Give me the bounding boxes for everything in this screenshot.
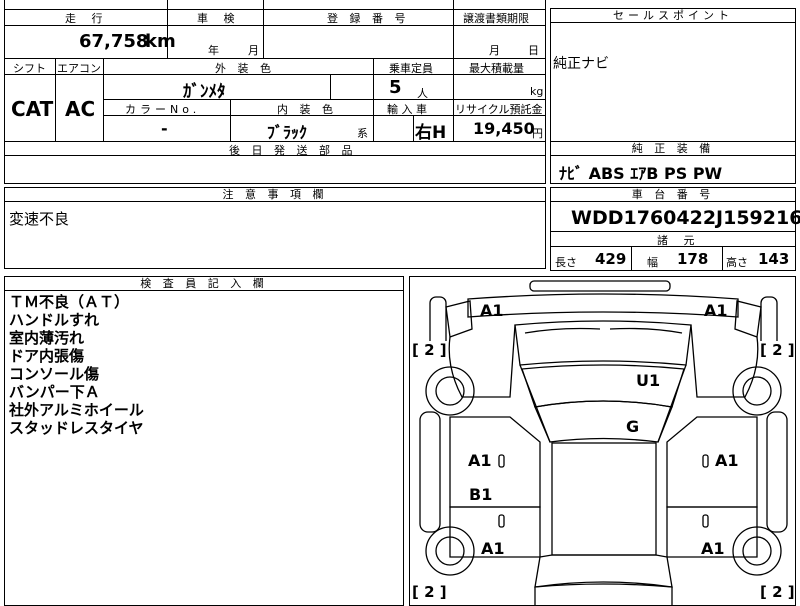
mark-front-left: A1 xyxy=(480,301,504,320)
shift-value: CAT xyxy=(11,97,54,121)
recycle-unit: 円 xyxy=(532,127,543,140)
mark-door-left-front: A1 xyxy=(468,451,492,470)
sales-point-panel: セールスポイント 純正ナビ xyxy=(550,8,796,142)
mileage-header: 走 行 xyxy=(65,12,109,25)
sales-point-text: 純正ナビ xyxy=(553,56,609,72)
mark-tire-right-front: [ 2 ] xyxy=(760,341,795,359)
mark-tire-left-front: [ 2 ] xyxy=(412,341,447,359)
interior-value: ﾌﾞﾗｯｸ xyxy=(267,123,308,142)
ac-header: エアコン xyxy=(57,62,101,75)
import-value: 右H xyxy=(415,123,447,143)
length-value: 429 xyxy=(595,250,627,268)
mark-tire-right-rear: [ 2 ] xyxy=(760,583,795,601)
inspector-line: コンソール傷 xyxy=(9,365,100,383)
recycle-header: リサイクル預託金 xyxy=(455,103,543,116)
inspector-line: ドア内張傷 xyxy=(9,347,85,365)
color-no-header: カラーNo. xyxy=(125,103,201,116)
mark-windshield: G xyxy=(626,417,640,436)
shift-header: シフト xyxy=(13,62,46,75)
inspector-line: 社外アルミホイール xyxy=(9,401,144,419)
inspector-lines: ＴＭ不良（ＡＴ） ハンドルすれ 室内薄汚れ ドア内張傷 コンソール傷 バンパー下… xyxy=(9,293,144,437)
height-label: 高さ xyxy=(726,256,748,269)
color-no-value: - xyxy=(161,119,168,138)
mark-fender-left-rear: A1 xyxy=(481,539,505,558)
car-outline xyxy=(419,280,788,605)
max-load-unit: kg xyxy=(530,85,544,98)
interior-header: 内 装 色 xyxy=(277,103,337,116)
exterior-color-header: 外 装 色 xyxy=(215,62,275,75)
equipment-header: 純 正 装 備 xyxy=(551,142,795,156)
mileage-value: 67,758 xyxy=(79,31,149,52)
inspector-panel: 検 査 員 記 入 欄 ＴＭ不良（ＡＴ） ハンドルすれ 室内薄汚れ ドア内張傷 … xyxy=(4,276,404,606)
interior-suffix: 系 xyxy=(357,127,368,140)
inspection-month: 月 xyxy=(248,44,259,57)
inspector-line: スタッドレスタイヤ xyxy=(9,419,144,437)
notes-text: 変速不良 xyxy=(9,210,70,228)
chassis-panel: 車 台 番 号 WDD1760422J159216 諸 元 長さ 429 幅 1… xyxy=(550,187,800,271)
registration-header: 登 録 番 号 xyxy=(327,12,410,25)
mark-door-right-front: A1 xyxy=(715,451,739,470)
capacity-unit: 人 xyxy=(417,87,428,100)
import-header: 輸 入 車 xyxy=(387,103,427,116)
car-diagram: A1 A1 [ 2 ] [ 2 ] U1 G A1 A1 B1 A1 A1 [ … xyxy=(409,276,796,606)
capacity-header: 乗車定員 xyxy=(389,62,433,75)
chassis-header: 車 台 番 号 xyxy=(551,188,795,202)
transfer-day: 日 xyxy=(528,44,539,57)
notes-header: 注 意 事 項 欄 xyxy=(5,188,545,202)
vehicle-info-table: 走 行 車 検 登 録 番 号 譲渡書類期限 67,758 km 年 月 月 日… xyxy=(4,0,546,184)
exterior-color-value: ｶﾞﾝﾒﾀ xyxy=(183,82,226,102)
width-value: 178 xyxy=(677,250,709,268)
length-label: 長さ xyxy=(555,256,577,269)
transfer-month: 月 xyxy=(489,44,500,57)
chassis-value: WDD1760422J159216 xyxy=(571,207,800,229)
mark-fender-right-rear: A1 xyxy=(701,539,725,558)
equipment-panel: 純 正 装 備 ﾅﾋﾞ ABS ｴｱB PS PW xyxy=(550,141,796,184)
equipment-text: ﾅﾋﾞ ABS ｴｱB PS PW xyxy=(559,164,723,183)
mark-tire-left-rear: [ 2 ] xyxy=(412,583,447,601)
transfer-header: 譲渡書類期限 xyxy=(463,12,529,25)
later-parts-header: 後 日 発 送 部 品 xyxy=(229,144,357,157)
mileage-unit: km xyxy=(145,31,176,52)
recycle-value: 19,450 xyxy=(473,119,535,138)
inspector-line: バンパー下Ａ xyxy=(9,383,100,401)
mark-door-left-rear: B1 xyxy=(469,485,493,504)
ac-value: AC xyxy=(65,97,96,121)
mark-roof: U1 xyxy=(636,371,661,390)
inspection-year: 年 xyxy=(208,44,219,57)
inspector-line: 室内薄汚れ xyxy=(9,329,85,347)
sales-point-header: セールスポイント xyxy=(551,9,795,23)
mark-front-right: A1 xyxy=(704,301,728,320)
inspector-line: ＴＭ不良（ＡＴ） xyxy=(9,293,130,311)
height-value: 143 xyxy=(758,250,790,268)
capacity-value: 5 xyxy=(389,77,402,98)
inspection-header: 車 検 xyxy=(197,12,241,25)
inspector-header: 検 査 員 記 入 欄 xyxy=(5,277,403,291)
notes-panel: 注 意 事 項 欄 変速不良 xyxy=(4,187,546,269)
max-load-header: 最大積載量 xyxy=(469,62,524,75)
inspector-line: ハンドルすれ xyxy=(9,311,100,329)
width-label: 幅 xyxy=(647,256,658,269)
